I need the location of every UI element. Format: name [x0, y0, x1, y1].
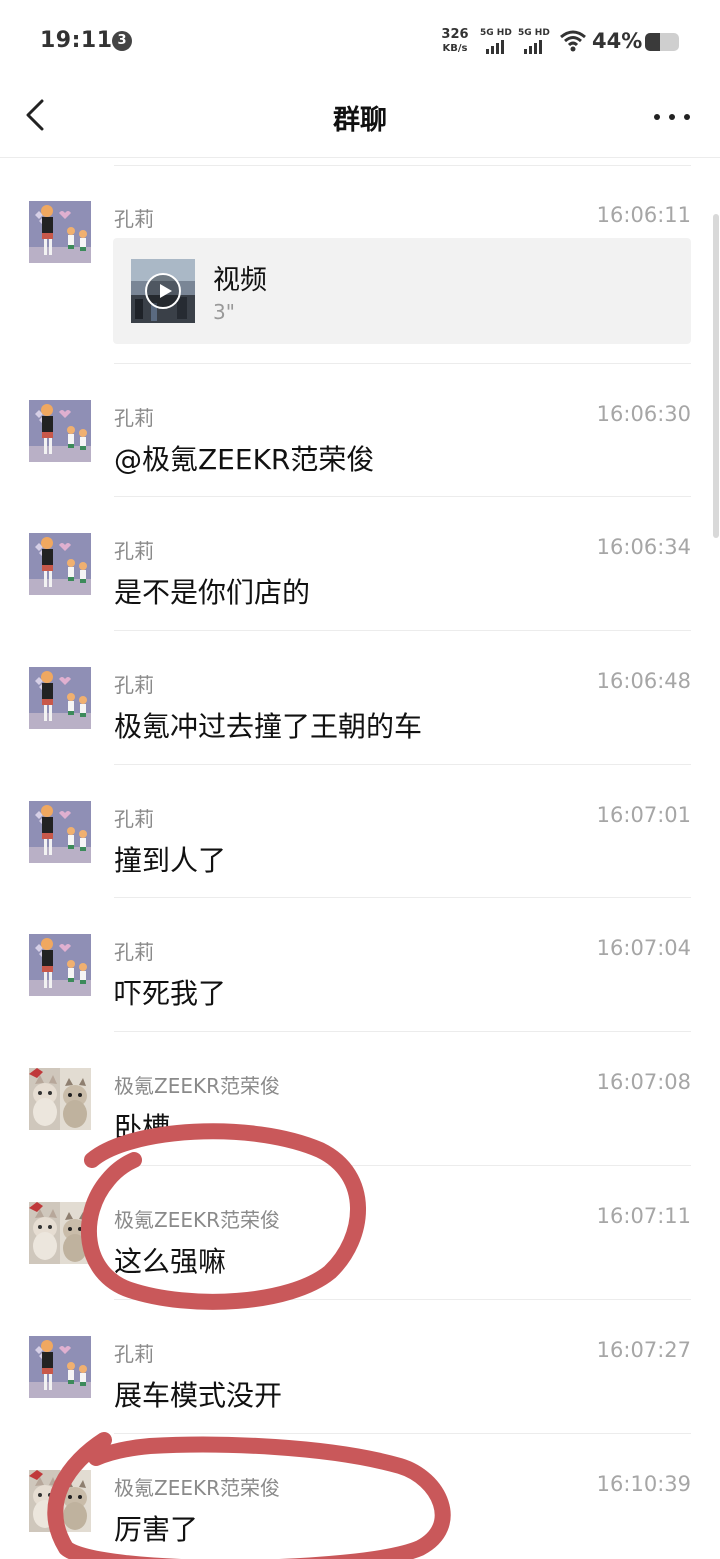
sim1-label: 5G HD: [480, 28, 512, 38]
sender-name: 极氪ZEEKR范荣俊: [114, 1074, 280, 1098]
message-time: 16:07:04: [596, 936, 691, 960]
battery-icon: [645, 33, 679, 51]
sender-name: 孔莉: [114, 807, 154, 831]
sender-name: 孔莉: [114, 207, 154, 231]
message-time: 16:07:08: [596, 1070, 691, 1094]
message-text: @极氪ZEEKR范荣俊: [114, 443, 375, 476]
avatar[interactable]: [29, 201, 91, 263]
message-item[interactable]: 极氪ZEEKR范荣俊 16:10:39 厉害了: [0, 1434, 720, 1559]
video-message-card[interactable]: 视频 3": [113, 238, 691, 344]
video-label: 视频: [213, 265, 267, 296]
message-time: 16:07:27: [596, 1338, 691, 1362]
message-item[interactable]: 孔莉 16:07:04 吓死我了: [0, 898, 720, 1032]
sender-name: 孔莉: [114, 673, 154, 697]
network-speed: 326 KB/s: [440, 28, 470, 56]
message-item[interactable]: 孔莉 16:06:34 是不是你们店的: [0, 497, 720, 631]
avatar[interactable]: [29, 1470, 91, 1532]
battery-level-fill: [645, 33, 660, 51]
avatar[interactable]: [29, 533, 91, 595]
message-text: 是不是你们店的: [114, 576, 311, 609]
network-speed-unit: KB/s: [442, 43, 468, 54]
sender-name: 孔莉: [114, 539, 154, 563]
wifi-icon: [560, 30, 586, 52]
status-time: 19:11: [40, 28, 113, 53]
message-item[interactable]: 极氪ZEEKR范荣俊 16:07:11 这么强嘛: [0, 1166, 720, 1300]
message-time: 16:06:48: [596, 669, 691, 693]
sender-name: 孔莉: [114, 1342, 154, 1366]
sender-name: 极氪ZEEKR范荣俊: [114, 1208, 280, 1232]
play-icon: [145, 273, 181, 309]
avatar[interactable]: [29, 667, 91, 729]
video-duration: 3": [213, 300, 235, 324]
message-text: 厉害了: [114, 1513, 199, 1546]
message-text: 吓死我了: [114, 977, 227, 1010]
scrollbar[interactable]: [713, 214, 719, 538]
message-text: 撞到人了: [114, 844, 227, 877]
message-item[interactable]: 孔莉 16:07:27 展车模式没开: [0, 1300, 720, 1434]
message-time: 16:06:30: [596, 402, 691, 426]
avatar[interactable]: [29, 1068, 91, 1130]
sender-name: 极氪ZEEKR范荣俊: [114, 1476, 280, 1500]
more-button[interactable]: [652, 104, 692, 130]
message-item[interactable]: 孔莉 16:06:11 视频 3": [0, 165, 720, 364]
sim2-signal-icon: 5G HD: [518, 28, 554, 56]
notification-count-badge: 3: [112, 31, 132, 51]
network-speed-value: 326: [441, 27, 469, 42]
message-time: 16:07:11: [596, 1204, 691, 1228]
avatar[interactable]: [29, 1202, 91, 1264]
status-bar: 19:11 3 326 KB/s 5G HD 5G HD 44%: [0, 0, 720, 84]
avatar[interactable]: [29, 400, 91, 462]
sim2-label: 5G HD: [518, 28, 550, 38]
avatar[interactable]: [29, 934, 91, 996]
sender-name: 孔莉: [114, 940, 154, 964]
message-item[interactable]: 孔莉 16:06:30 @极氪ZEEKR范荣俊: [0, 364, 720, 497]
message-text: 卧槽: [114, 1111, 171, 1144]
avatar[interactable]: [29, 1336, 91, 1398]
video-thumbnail[interactable]: [131, 259, 195, 323]
message-item[interactable]: 孔莉 16:07:01 撞到人了: [0, 765, 720, 898]
message-item[interactable]: 极氪ZEEKR范荣俊 16:07:08 卧槽: [0, 1032, 720, 1166]
battery-percent: 44%: [592, 29, 643, 53]
message-time: 16:10:39: [596, 1472, 691, 1496]
sim1-signal-icon: 5G HD: [480, 28, 516, 56]
nav-bar: 群聊: [0, 84, 720, 158]
message-time: 16:07:01: [596, 803, 691, 827]
avatar[interactable]: [29, 801, 91, 863]
message-time: 16:06:11: [596, 203, 691, 227]
message-text: 展车模式没开: [114, 1379, 283, 1412]
sender-name: 孔莉: [114, 406, 154, 430]
message-text: 极氪冲过去撞了王朝的车: [114, 710, 423, 743]
message-item[interactable]: 孔莉 16:06:48 极氪冲过去撞了王朝的车: [0, 631, 720, 765]
page-title: 群聊: [333, 105, 387, 136]
message-time: 16:06:34: [596, 535, 691, 559]
message-text: 这么强嘛: [114, 1245, 227, 1278]
